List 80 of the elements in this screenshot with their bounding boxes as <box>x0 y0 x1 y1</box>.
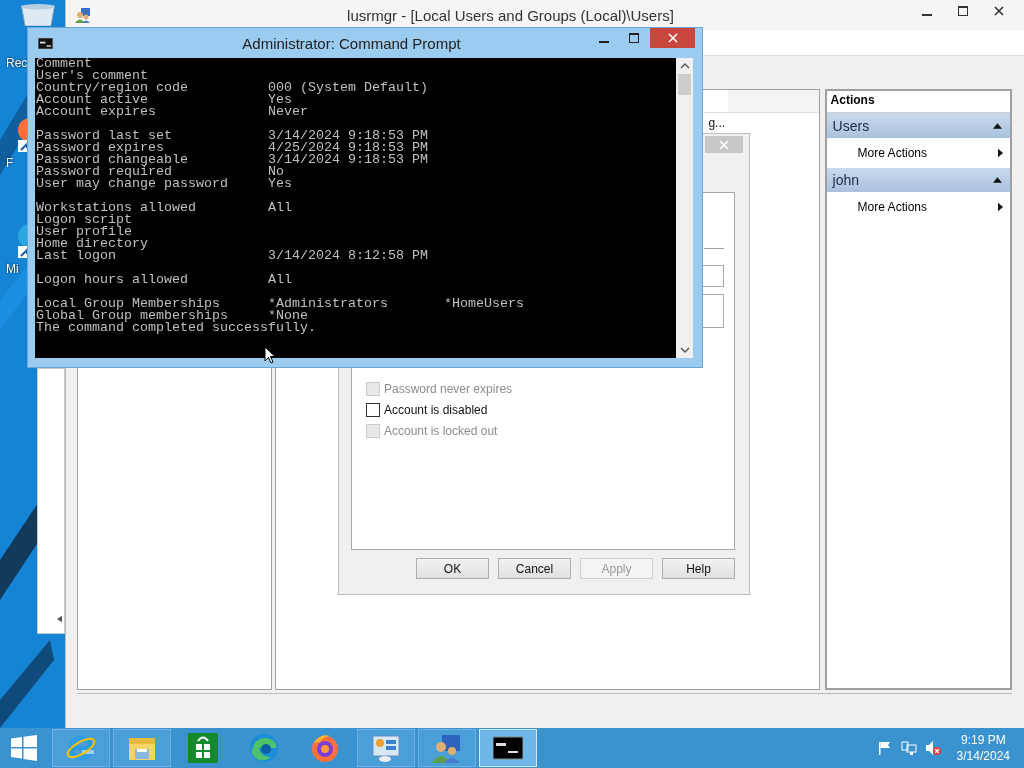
desktop-icon-label[interactable]: Rec <box>6 56 28 70</box>
users-icon <box>75 7 91 23</box>
console-text: *HomeUsers <box>444 298 525 310</box>
action-item[interactable]: More Actions <box>826 138 1010 168</box>
dashboard-icon <box>371 733 401 763</box>
maximize-icon <box>958 6 968 16</box>
shopping-bag-icon <box>188 733 218 763</box>
console-text: Comment <box>36 58 93 70</box>
console-text: User may change password <box>36 178 229 190</box>
console-text: Yes <box>268 178 293 190</box>
scrollbar[interactable] <box>676 58 693 358</box>
submenu-arrow-icon <box>998 148 1003 158</box>
minimize-icon <box>599 41 609 43</box>
console-text: Password expires <box>36 142 164 154</box>
console-text: Account expires <box>36 106 157 118</box>
desktop-icon-label[interactable]: Mi <box>6 262 19 276</box>
section-header[interactable]: Users <box>826 114 1010 138</box>
console-text: Account active <box>36 94 148 106</box>
scroll-down-icon[interactable] <box>679 347 690 353</box>
console-text: 4/25/2024 9:18:53 PM <box>268 142 429 154</box>
console-text: Password changeable <box>36 154 189 166</box>
window-title: lusrmgr - [Local Users and Groups (Local)\Users] <box>346 6 675 24</box>
scroll-thumb[interactable] <box>678 74 691 95</box>
dialog-button[interactable]: Help <box>662 558 735 579</box>
dialog-button[interactable]: Cancel <box>498 558 571 579</box>
console-text: Logon hours allowed <box>36 274 189 286</box>
console-text: Password required <box>36 166 172 178</box>
console-icon <box>38 37 53 49</box>
collapse-icon <box>993 123 1002 129</box>
console-text: Global Group memberships <box>36 310 228 322</box>
network-icon[interactable] <box>900 740 917 756</box>
console-text: All <box>268 274 293 286</box>
console-text: No <box>268 166 284 178</box>
close-icon <box>667 33 678 43</box>
speaker-icon[interactable] <box>924 740 941 756</box>
console-text: Last logon <box>36 250 116 262</box>
console-text: Yes <box>268 94 292 106</box>
console-text: User profile <box>36 226 132 238</box>
console-text: Country/region code <box>36 82 189 94</box>
console-text: 3/14/2024 8:12:58 PM <box>268 250 429 262</box>
table-cell-text: g... <box>708 116 727 130</box>
console-text: Password last set <box>36 130 173 142</box>
console-text: 3/14/2024 9:18:53 PM <box>268 154 429 166</box>
windows-logo-icon <box>11 735 37 761</box>
left-arrow-icon[interactable] <box>57 615 62 623</box>
console-text: The command completed successfully. <box>36 322 317 334</box>
dialog-button[interactable]: OK <box>416 558 489 579</box>
window-title: Administrator: Command Prompt <box>241 34 462 52</box>
console-text: 3/14/2024 9:18:53 PM <box>268 130 429 142</box>
recycle-bin-icon[interactable] <box>18 4 58 26</box>
checkbox-label: Password never expires <box>384 381 513 396</box>
action-item[interactable]: More Actions <box>826 192 1010 222</box>
console-text: 000 (System Default) <box>268 82 429 94</box>
close-icon <box>994 6 1004 16</box>
minimize-icon <box>922 14 932 16</box>
console-text: User's comment <box>36 70 149 82</box>
flag-icon[interactable] <box>876 740 893 756</box>
console-text: All <box>268 202 293 214</box>
pane-title: Actions <box>830 93 875 107</box>
collapse-icon <box>993 177 1002 183</box>
checkbox[interactable] <box>366 402 380 417</box>
console-text: Workstations allowed <box>36 202 197 214</box>
submenu-arrow-icon <box>998 202 1003 212</box>
console-text: Never <box>268 106 309 118</box>
section-header[interactable]: john <box>826 168 1010 192</box>
maximize-icon <box>629 33 639 43</box>
browser-e-icon <box>66 733 96 763</box>
checkbox-label: Account is disabled <box>384 402 488 417</box>
close-icon <box>719 139 729 150</box>
scroll-up-icon[interactable] <box>679 63 690 69</box>
console-text: Local Group Memberships <box>36 298 220 310</box>
console-text: *None <box>268 310 308 322</box>
users-icon <box>432 733 462 763</box>
console-text: Home directory <box>36 238 149 250</box>
swirl-icon <box>249 733 279 763</box>
checkbox-label: Account is locked out <box>384 423 498 438</box>
console-text: Logon script <box>36 214 133 226</box>
console-text: *Administrators <box>268 298 389 310</box>
console-icon <box>493 733 523 763</box>
desktop-icon-label[interactable]: F <box>6 156 14 170</box>
